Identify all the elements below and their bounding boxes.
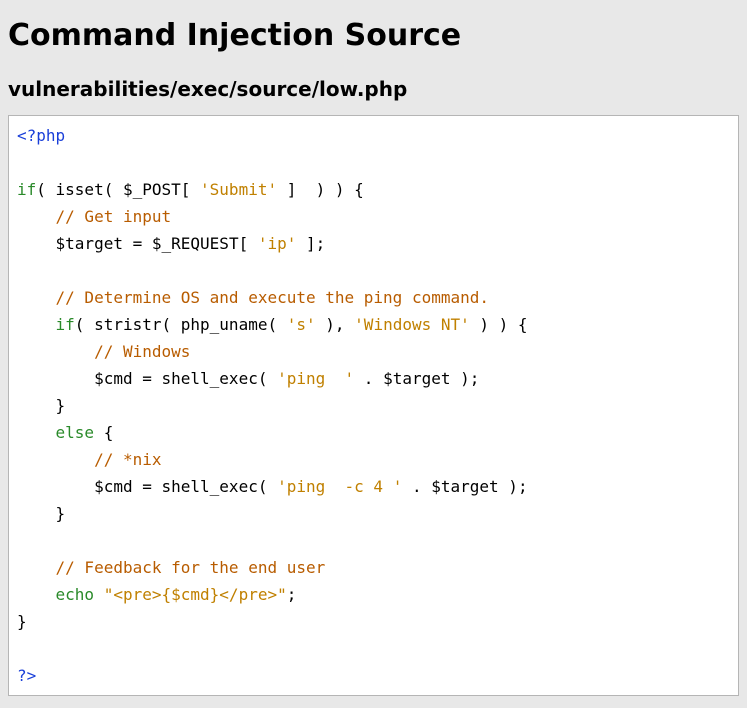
string-ping: 'ping '	[277, 369, 354, 388]
string-winnt: 'Windows NT'	[354, 315, 470, 334]
keyword-else: else	[56, 423, 95, 442]
punct: .	[402, 477, 431, 496]
string-ip: 'ip'	[258, 234, 297, 253]
punct: =	[123, 234, 152, 253]
var-target: $target	[431, 477, 498, 496]
func-stristr: stristr	[94, 315, 161, 334]
punct: {	[94, 423, 113, 442]
punct: =	[133, 369, 162, 388]
code-box: <?php if( isset( $_POST[ 'Submit' ] ) ) …	[8, 115, 739, 696]
punct: (	[258, 477, 277, 496]
comment-windows: // Windows	[94, 342, 190, 361]
punct: ) ) {	[470, 315, 528, 334]
punct: ;	[287, 585, 297, 604]
comment-determine: // Determine OS and execute the ping com…	[56, 288, 489, 307]
punct: }	[17, 504, 65, 523]
punct	[94, 585, 104, 604]
var-cmd: $cmd	[94, 369, 133, 388]
keyword-echo: echo	[56, 585, 95, 604]
punct: }	[17, 612, 27, 631]
punct: (	[162, 315, 181, 334]
punct: (	[267, 315, 286, 334]
func-uname: php_uname	[181, 315, 268, 334]
source-code: <?php if( isset( $_POST[ 'Submit' ] ) ) …	[17, 122, 730, 689]
punct: );	[499, 477, 528, 496]
punct: ];	[296, 234, 325, 253]
keyword-if: if	[56, 315, 75, 334]
string-echo: "<pre>{$cmd}</pre>"	[104, 585, 287, 604]
punct: (	[104, 180, 123, 199]
page: Command Injection Source vulnerabilities…	[0, 18, 747, 708]
string-s: 's'	[287, 315, 316, 334]
var-post: $_POST	[123, 180, 181, 199]
punct: (	[258, 369, 277, 388]
punct: ] ) ) {	[277, 180, 364, 199]
var-target: $target	[383, 369, 450, 388]
func-isset: isset	[56, 180, 104, 199]
page-title: Command Injection Source	[8, 18, 739, 53]
func-shell-exec: shell_exec	[162, 369, 258, 388]
var-request: $_REQUEST	[152, 234, 239, 253]
keyword-if: if	[17, 180, 36, 199]
punct: );	[451, 369, 480, 388]
string-ping-c4: 'ping -c 4 '	[277, 477, 402, 496]
var-target: $target	[56, 234, 123, 253]
punct: (	[36, 180, 55, 199]
punct: [	[181, 180, 200, 199]
punct: ),	[316, 315, 355, 334]
var-cmd: $cmd	[94, 477, 133, 496]
php-close-tag: ?>	[17, 666, 36, 685]
file-path: vulnerabilities/exec/source/low.php	[8, 77, 739, 101]
comment-feedback: // Feedback for the end user	[56, 558, 326, 577]
punct: [	[239, 234, 258, 253]
punct: =	[133, 477, 162, 496]
php-open-tag: <?php	[17, 126, 65, 145]
punct: (	[75, 315, 94, 334]
punct: .	[354, 369, 383, 388]
punct: }	[17, 396, 65, 415]
comment-nix: // *nix	[94, 450, 161, 469]
comment-get-input: // Get input	[56, 207, 172, 226]
func-shell-exec: shell_exec	[162, 477, 258, 496]
string-submit: 'Submit'	[200, 180, 277, 199]
